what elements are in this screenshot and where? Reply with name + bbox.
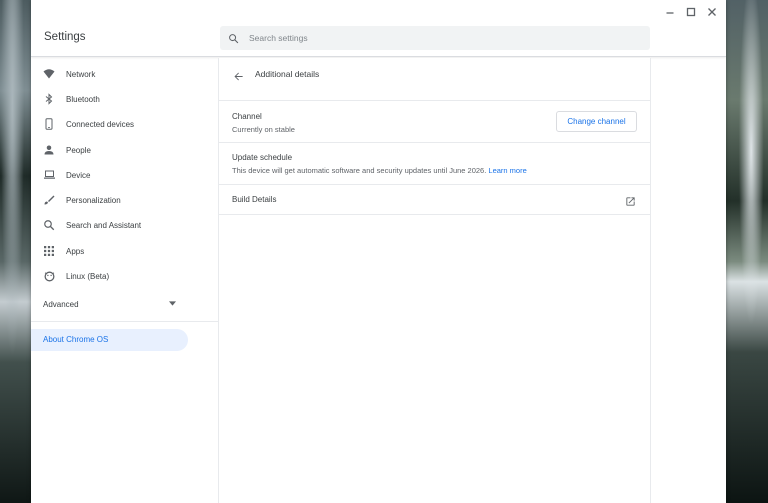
maximize-button[interactable] — [680, 2, 701, 22]
change-channel-button[interactable]: Change channel — [556, 111, 637, 132]
minimize-icon — [666, 12, 673, 14]
sidebar-item-network[interactable]: Network — [31, 62, 219, 86]
sidebar-item-people[interactable]: People — [31, 138, 219, 162]
sidebar-item-label: Network — [66, 69, 96, 79]
search-box[interactable] — [220, 26, 650, 50]
wallpaper-right-edge — [726, 0, 768, 503]
app-header: Settings — [31, 0, 726, 57]
update-schedule-description: This device will get automatic software … — [232, 166, 487, 175]
linux-icon — [42, 269, 56, 283]
settings-window: Settings Network — [31, 0, 726, 503]
arrow-back-icon — [233, 72, 243, 80]
back-button[interactable] — [230, 68, 246, 84]
sidebar-item-connected-devices[interactable]: Connected devices — [31, 112, 219, 136]
sidebar-item-label: People — [66, 145, 91, 155]
page-title: Additional details — [255, 69, 320, 79]
person-icon — [42, 143, 56, 157]
sidebar-item-label: Search and Assistant — [66, 220, 142, 230]
search-input[interactable] — [249, 33, 629, 43]
window-caption-buttons — [659, 2, 722, 22]
build-details-row[interactable]: Build Details — [219, 185, 651, 215]
external-link-icon[interactable] — [623, 194, 637, 208]
update-schedule-title: Update schedule — [232, 153, 293, 162]
sidebar-item-label: Bluetooth — [66, 94, 100, 104]
sidebar-item-label: Personalization — [66, 195, 121, 205]
advanced-label: Advanced — [43, 300, 79, 309]
update-schedule-row: Update schedule This device will get aut… — [219, 143, 651, 185]
build-details-title: Build Details — [232, 195, 277, 204]
sidebar-divider — [31, 321, 219, 322]
phone-icon — [42, 117, 56, 131]
minimize-button[interactable] — [659, 2, 680, 22]
sidebar-item-search-and-assistant[interactable]: Search and Assistant — [31, 213, 219, 237]
about-label: About Chrome OS — [43, 335, 109, 344]
subpage-header: Additional details — [219, 58, 651, 101]
sidebar-item-device[interactable]: Device — [31, 163, 219, 187]
sidebar-item-label: Apps — [66, 246, 85, 256]
close-icon — [707, 8, 716, 16]
update-schedule-text: This device will get automatic software … — [232, 166, 527, 175]
app-title: Settings — [44, 31, 86, 43]
brush-icon — [42, 193, 56, 207]
sidebar-item-label: Linux (Beta) — [66, 271, 110, 281]
search-icon — [229, 33, 239, 43]
maximize-icon — [686, 7, 695, 17]
sidebar-item-label: Connected devices — [66, 119, 135, 129]
chevron-down-icon — [169, 301, 176, 306]
sidebar-item-linux[interactable]: Linux (Beta) — [31, 264, 219, 288]
apps-grid-icon — [42, 244, 56, 258]
main-panel: Additional details Channel Currently on … — [219, 58, 651, 503]
bluetooth-icon — [42, 92, 56, 106]
sidebar-item-apps[interactable]: Apps — [31, 239, 219, 263]
wallpaper-left-edge — [0, 0, 31, 503]
learn-more-link[interactable]: Learn more — [488, 166, 526, 175]
sidebar-item-bluetooth[interactable]: Bluetooth — [31, 87, 219, 111]
sidebar-item-personalization[interactable]: Personalization — [31, 188, 219, 212]
sidebar: Network Bluetooth Connected devices Peop… — [31, 58, 219, 503]
channel-row: Channel Currently on stable Change chann… — [219, 101, 651, 143]
wifi-icon — [42, 67, 56, 81]
sidebar-item-about-chrome-os[interactable]: About Chrome OS — [31, 329, 188, 351]
laptop-icon — [42, 168, 56, 182]
close-button[interactable] — [701, 2, 722, 22]
channel-title: Channel — [232, 112, 262, 121]
channel-status: Currently on stable — [232, 125, 295, 134]
sidebar-advanced-toggle[interactable]: Advanced — [31, 294, 219, 316]
search-icon — [42, 218, 56, 232]
sidebar-item-label: Device — [66, 170, 91, 180]
